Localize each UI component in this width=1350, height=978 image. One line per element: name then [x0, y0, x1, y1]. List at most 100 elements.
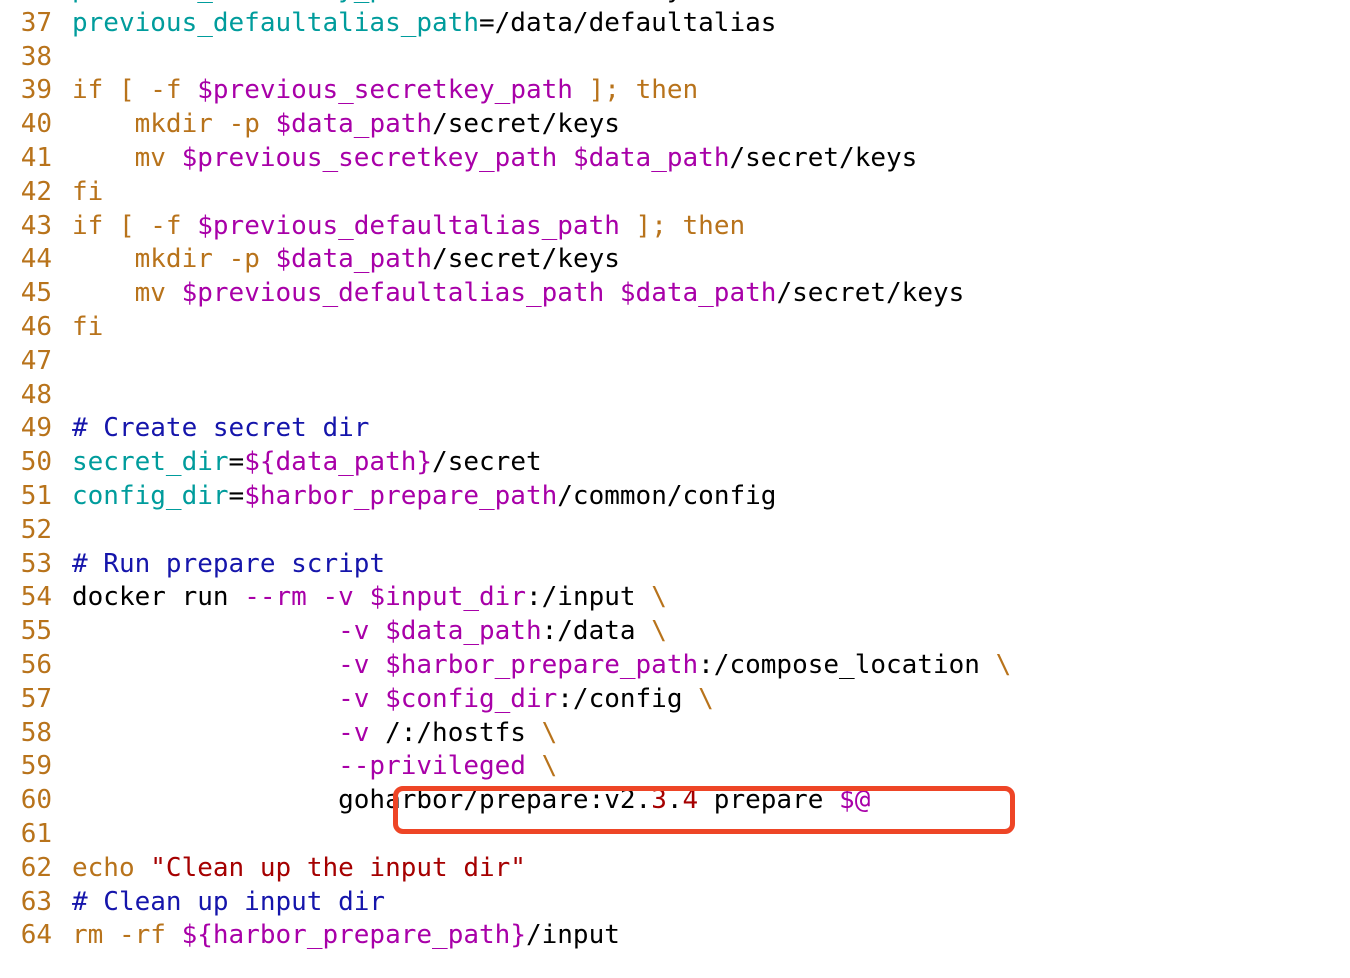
- line-number: 53: [20, 548, 52, 579]
- line-number: 60: [20, 785, 52, 816]
- code-token-plain: =/data/defaultalias: [479, 7, 777, 38]
- code-token-plain: :/config: [557, 683, 699, 714]
- line-number: 43: [20, 210, 52, 241]
- code-token-var: $data_path: [275, 109, 433, 140]
- code-token-var: $config_dir: [385, 683, 558, 714]
- line-number: 55: [20, 616, 52, 647]
- code-line[interactable]: 38: [0, 41, 1350, 75]
- code-line-text: -v $harbor_prepare_path:/compose_locatio…: [72, 649, 1011, 683]
- line-number: 41: [20, 142, 52, 173]
- code-token-cont: \: [541, 751, 558, 782]
- code-line[interactable]: 50 secret_dir=${data_path}/secret: [0, 446, 1350, 480]
- code-line[interactable]: 48: [0, 379, 1350, 413]
- code-line[interactable]: 40 mkdir -p $data_path/secret/keys: [0, 108, 1350, 142]
- code-token-kw: then: [635, 75, 699, 106]
- code-line[interactable]: 42 fi: [0, 176, 1350, 210]
- code-line[interactable]: 47: [0, 345, 1350, 379]
- code-token-kw: mkdir: [134, 244, 213, 275]
- code-line[interactable]: 58 -v /:/hostfs \: [0, 717, 1350, 751]
- code-line-text: -v /:/hostfs \: [72, 717, 557, 751]
- code-token-var: ${data_path}: [244, 447, 433, 478]
- code-token-plain: /secret: [432, 447, 542, 478]
- code-line-text: echo "Clean up the input dir": [72, 852, 526, 886]
- code-line[interactable]: 60 goharbor/prepare:v2.3.4 prepare $@: [0, 784, 1350, 818]
- code-token-kw: if: [72, 210, 104, 241]
- line-number: 49: [20, 413, 52, 444]
- code-line-text: -v $data_path:/data \: [72, 615, 667, 649]
- code-token-plain: =: [228, 447, 245, 478]
- code-line[interactable]: 37 previous_defaultalias_path=/data/defau…: [0, 7, 1350, 41]
- code-line[interactable]: 46 fi: [0, 311, 1350, 345]
- code-token-kw: -f: [150, 75, 182, 106]
- code-line-text: mkdir -p $data_path/secret/keys: [72, 243, 620, 277]
- code-token-kw: [: [118, 210, 135, 241]
- code-line[interactable]: 49 # Create secret dir: [0, 412, 1350, 446]
- code-token-plain: /secret/keys: [432, 244, 620, 275]
- code-token-var: $data_path: [572, 142, 730, 173]
- code-line-text: goharbor/prepare:v2.3.4 prepare $@: [72, 784, 870, 818]
- line-number: 48: [20, 379, 52, 410]
- code-viewer[interactable]: 36 previous_secretkey_path=/data/secretke…: [0, 0, 1350, 978]
- code-line[interactable]: 59 --privileged \: [0, 750, 1350, 784]
- code-line[interactable]: 44 mkdir -p $data_path/secret/keys: [0, 243, 1350, 277]
- code-token-comment: # Clean up input dir: [72, 886, 386, 917]
- code-token-var: $previous_secretkey_path: [197, 75, 573, 106]
- code-token-var: --rm: [244, 582, 307, 613]
- code-token-plain: /input: [525, 920, 620, 951]
- code-line[interactable]: 61: [0, 818, 1350, 852]
- code-token-plain: =: [228, 480, 245, 511]
- code-line[interactable]: 36 previous_secretkey_path=/data/secretke…: [0, 0, 1350, 7]
- code-line[interactable]: 41 mv $previous_secretkey_path $data_pat…: [0, 142, 1350, 176]
- line-number: 52: [20, 514, 52, 545]
- code-line[interactable]: 52: [0, 514, 1350, 548]
- code-token-kw: -p: [228, 109, 260, 140]
- code-line[interactable]: 54 docker run --rm -v $input_dir:/input \: [0, 581, 1350, 615]
- code-token-assign: previous_secretkey_path: [72, 0, 432, 4]
- code-token-assign: secret_dir: [72, 447, 229, 478]
- line-number: 64: [20, 920, 52, 951]
- line-number: 42: [20, 176, 52, 207]
- code-line-text: mv $previous_secretkey_path $data_path/s…: [72, 142, 918, 176]
- code-line-text: if [ -f $previous_defaultalias_path ]; t…: [72, 210, 745, 244]
- code-line[interactable]: 55 -v $data_path:/data \: [0, 615, 1350, 649]
- line-number: 61: [20, 818, 52, 849]
- code-token-cont: \: [651, 582, 667, 613]
- code-line[interactable]: 53 # Run prepare script: [0, 548, 1350, 582]
- line-number: 62: [20, 852, 52, 883]
- code-token-var: $harbor_prepare_path: [244, 480, 558, 511]
- code-token-var: ${harbor_prepare_path}: [181, 920, 526, 951]
- code-line[interactable]: 57 -v $config_dir:/config \: [0, 683, 1350, 717]
- line-number: 54: [20, 582, 52, 613]
- code-line[interactable]: 39 if [ -f $previous_secretkey_path ]; th…: [0, 74, 1350, 108]
- code-lines-container: 36 previous_secretkey_path=/data/secretke…: [0, 0, 1350, 953]
- code-line[interactable]: 64 rm -rf ${harbor_prepare_path}/input: [0, 919, 1350, 953]
- code-line[interactable]: 45 mv $previous_defaultalias_path $data_…: [0, 277, 1350, 311]
- code-line[interactable]: 63 # Clean up input dir: [0, 886, 1350, 920]
- code-token-kw: ];: [588, 75, 620, 106]
- code-line[interactable]: 62 echo "Clean up the input dir": [0, 852, 1350, 886]
- code-line[interactable]: 43 if [ -f $previous_defaultalias_path ];…: [0, 210, 1350, 244]
- code-line[interactable]: 51 config_dir=$harbor_prepare_path/common…: [0, 480, 1350, 514]
- code-line-text: docker run --rm -v $input_dir:/input \: [72, 581, 667, 615]
- code-line-text: # Run prepare script: [72, 548, 385, 582]
- code-token-var: $previous_secretkey_path: [181, 142, 558, 173]
- code-token-var: -v: [338, 616, 370, 647]
- code-line[interactable]: 56 -v $harbor_prepare_path:/compose_loca…: [0, 649, 1350, 683]
